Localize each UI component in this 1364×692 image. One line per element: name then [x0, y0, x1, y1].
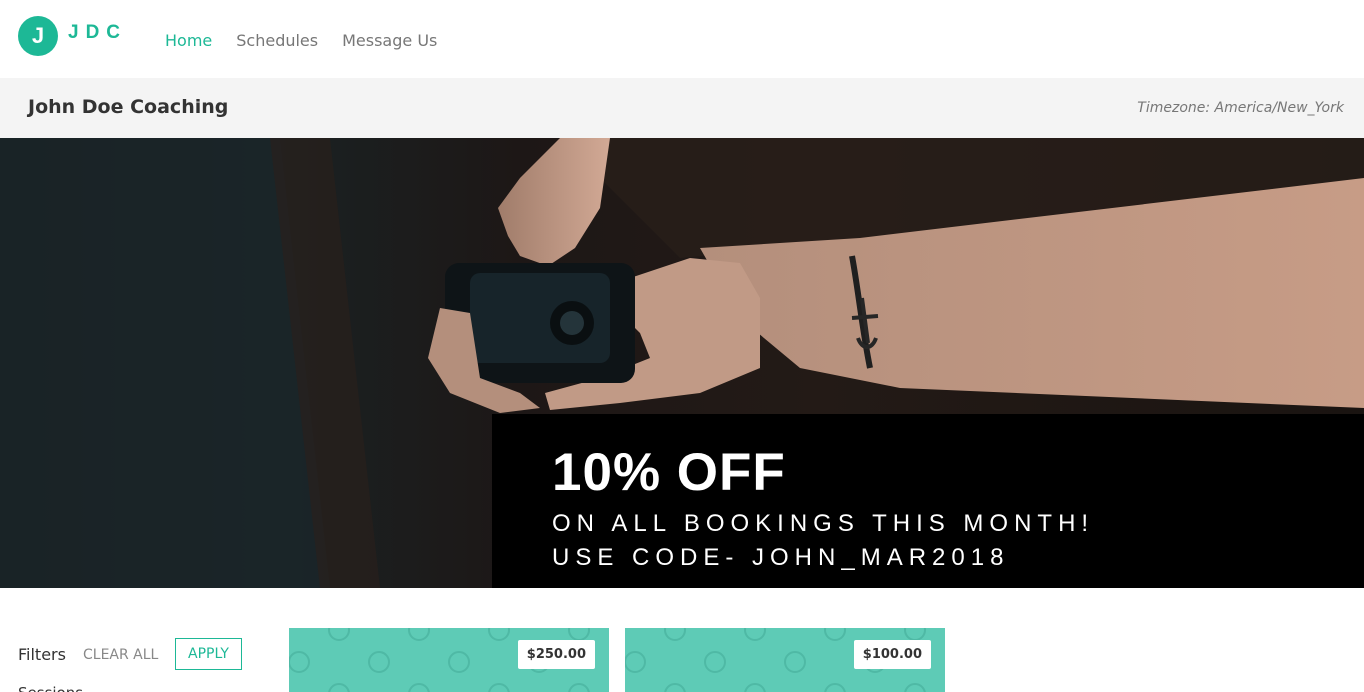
logo-icon: J [18, 16, 58, 56]
service-card[interactable]: $250.00 [289, 628, 609, 692]
top-navbar: J JDC Home Schedules Message Us [0, 0, 1364, 78]
sessions-filter-heading: Sessions [18, 684, 83, 692]
logo-text: JDC [68, 22, 128, 43]
hero-banner: 10% OFF ON ALL BOOKINGS THIS MONTH! USE … [0, 138, 1364, 588]
logo-link[interactable]: J JDC [18, 16, 127, 56]
promo-line-1: ON ALL BOOKINGS THIS MONTH! [552, 510, 1095, 537]
nav-home[interactable]: Home [165, 31, 212, 50]
price-badge: $250.00 [517, 640, 595, 669]
price-badge: $100.00 [853, 640, 931, 669]
main-nav: Home Schedules Message Us [165, 31, 461, 50]
filters-label: Filters [18, 645, 66, 664]
clear-all-link[interactable]: CLEAR ALL [83, 647, 158, 663]
apply-button[interactable]: APPLY [175, 638, 242, 670]
filters-bar: Filters CLEAR ALL APPLY [18, 638, 258, 678]
promo-headline: 10% OFF [552, 443, 786, 502]
promo-line-2: USE CODE- JOHN_MAR2018 [552, 544, 1010, 571]
business-header: John Doe Coaching Timezone: America/New_… [0, 78, 1364, 138]
nav-message-us[interactable]: Message Us [342, 31, 437, 50]
business-title: John Doe Coaching [28, 96, 229, 118]
nav-schedules[interactable]: Schedules [236, 31, 318, 50]
promo-box: 10% OFF ON ALL BOOKINGS THIS MONTH! USE … [492, 414, 1364, 588]
service-card[interactable]: $100.00 [625, 628, 945, 692]
timezone-label: Timezone: America/New_York [1137, 100, 1344, 116]
